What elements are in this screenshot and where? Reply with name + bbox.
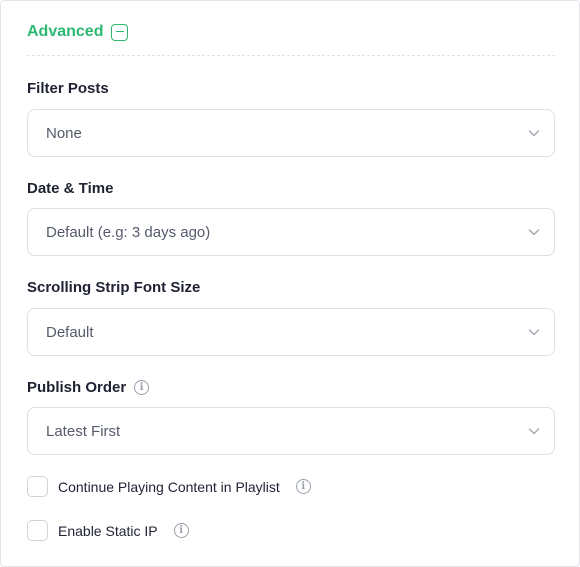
font-size-value: Default [46, 323, 94, 341]
advanced-section-toggle[interactable]: Advanced [27, 23, 129, 41]
font-size-select[interactable]: Default [27, 308, 555, 356]
date-time-label: Date & Time [27, 180, 113, 197]
publish-order-label: Publish Order i [27, 379, 150, 396]
static-ip-row: Enable Static IP i [27, 520, 189, 541]
section-divider [27, 55, 555, 56]
info-icon[interactable]: i [173, 523, 189, 538]
filter-posts-value: None [46, 124, 82, 142]
publish-order-select[interactable]: Latest First [27, 407, 555, 455]
date-time-select[interactable]: Default (e.g: 3 days ago) [27, 208, 555, 256]
date-time-value: Default (e.g: 3 days ago) [46, 223, 211, 241]
info-icon[interactable]: i [134, 380, 150, 395]
chevron-down-icon [528, 229, 540, 236]
section-title: Advanced [27, 23, 104, 40]
font-size-label: Scrolling Strip Font Size [27, 279, 200, 296]
filter-posts-select[interactable]: None [27, 109, 555, 157]
chevron-down-icon [528, 428, 540, 435]
advanced-settings-panel: Advanced Filter Posts None Date & Time D… [0, 0, 580, 567]
date-time-label-text: Date & Time [27, 180, 114, 197]
filter-posts-label: Filter Posts [27, 80, 109, 97]
continue-playing-label[interactable]: Continue Playing Content in Playlist [58, 479, 280, 495]
chevron-down-icon [528, 329, 540, 336]
enable-static-ip-label[interactable]: Enable Static IP [58, 523, 158, 539]
filter-posts-label-text: Filter Posts [27, 80, 109, 97]
publish-order-value: Latest First [46, 422, 121, 440]
enable-static-ip-checkbox[interactable] [27, 520, 48, 541]
publish-order-label-text: Publish Order [27, 379, 127, 396]
font-size-label-text: Scrolling Strip Font Size [27, 279, 201, 296]
info-icon[interactable]: i [295, 479, 311, 494]
minus-square-icon[interactable] [111, 23, 129, 41]
continue-playing-checkbox[interactable] [27, 476, 48, 497]
chevron-down-icon [528, 130, 540, 137]
continue-playing-row: Continue Playing Content in Playlist i [27, 476, 311, 497]
